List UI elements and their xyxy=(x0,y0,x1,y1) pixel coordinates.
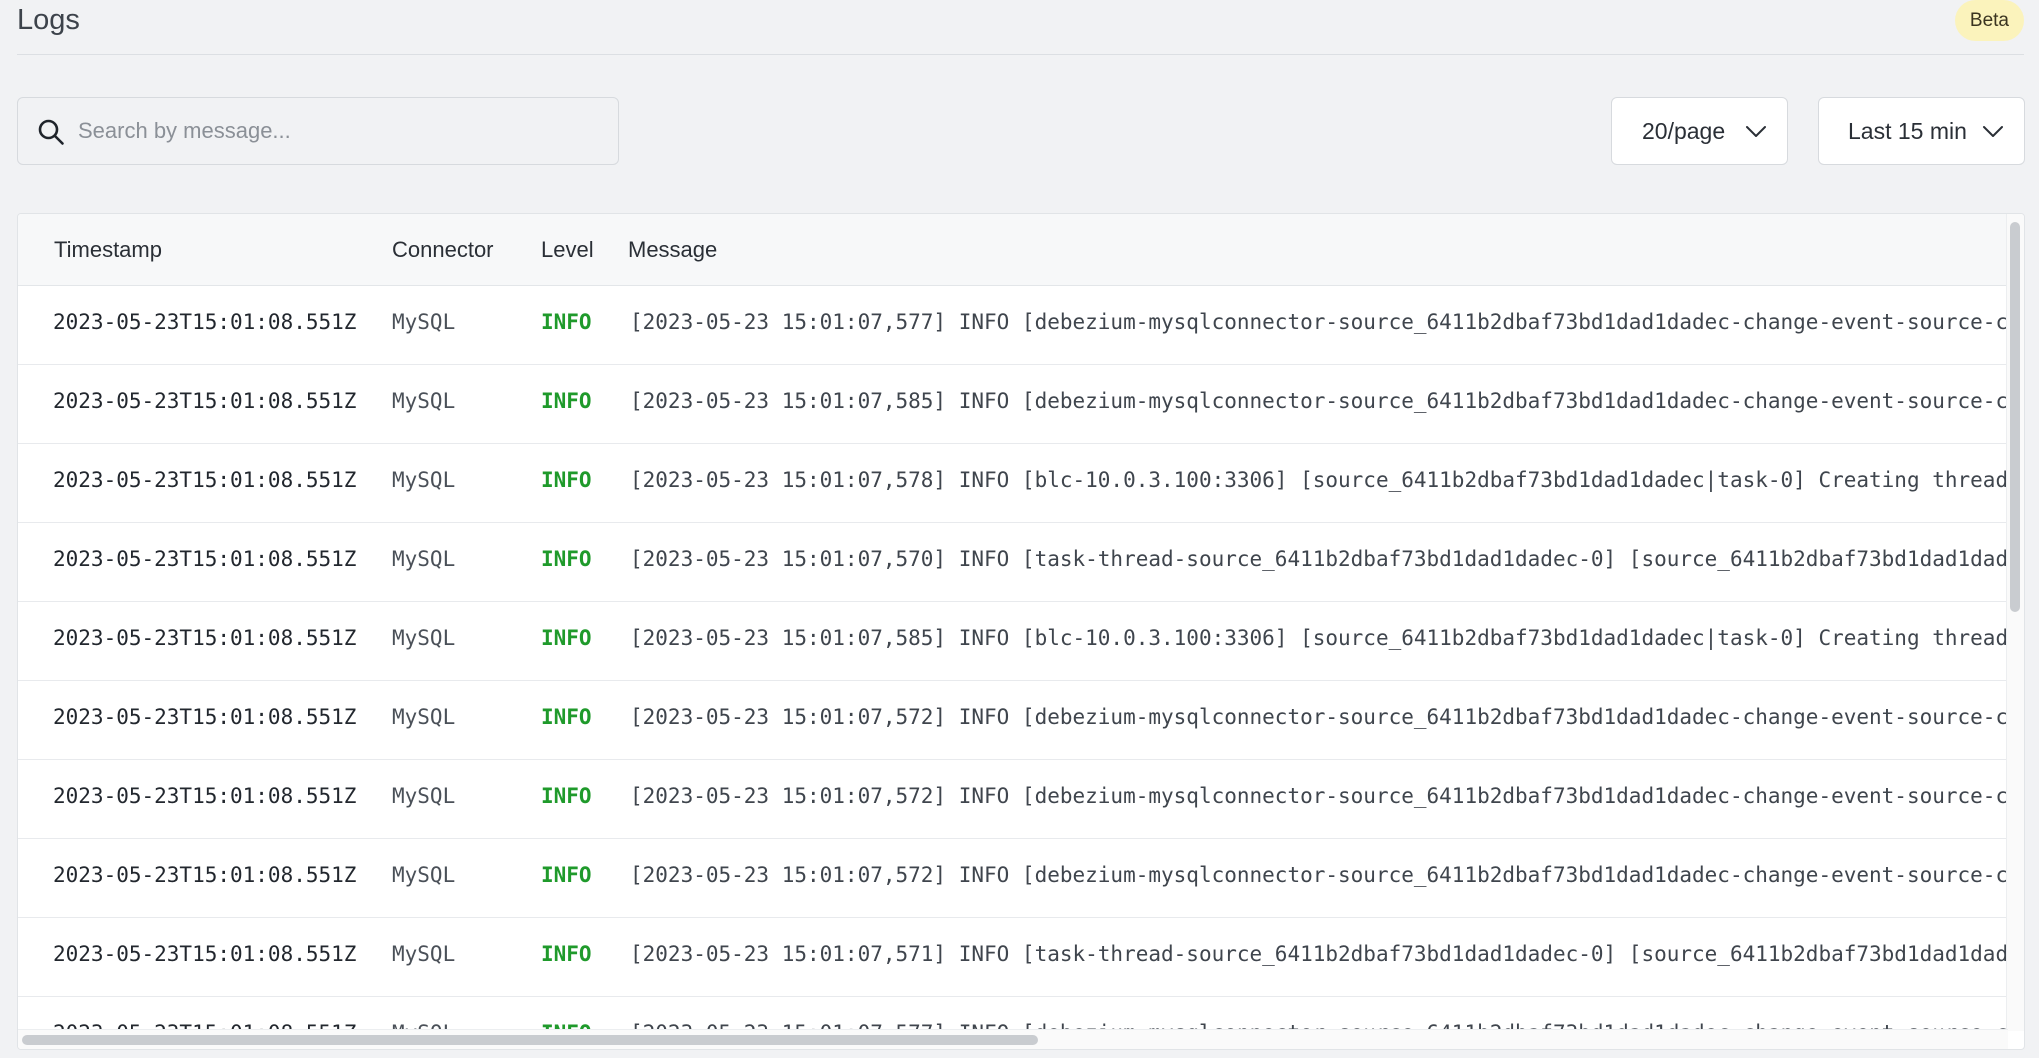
cell-message: [2023-05-23 15:01:07,585] INFO [blc-10.0… xyxy=(630,626,2008,650)
cell-level: INFO xyxy=(541,310,592,334)
cell-level: INFO xyxy=(541,784,592,808)
cell-message: [2023-05-23 15:01:07,572] INFO [debezium… xyxy=(630,705,2008,729)
horizontal-scrollbar-thumb[interactable] xyxy=(22,1035,1038,1045)
table-row[interactable]: 2023-05-23T15:01:08.551Z MySQL INFO [202… xyxy=(18,839,2008,918)
column-header-message[interactable]: Message xyxy=(628,237,717,263)
cell-connector: MySQL xyxy=(392,547,456,571)
cell-message: [2023-05-23 15:01:07,570] INFO [task-thr… xyxy=(630,547,2008,571)
cell-message: [2023-05-23 15:01:07,585] INFO [debezium… xyxy=(630,389,2008,413)
page-header: Logs Beta xyxy=(17,0,2024,55)
cell-message: [2023-05-23 15:01:07,571] INFO [task-thr… xyxy=(630,942,2008,966)
cell-level: INFO xyxy=(541,863,592,887)
table-row[interactable]: 2023-05-23T15:01:08.551Z MySQL INFO [202… xyxy=(18,602,2008,681)
cell-connector: MySQL xyxy=(392,389,456,413)
cell-level: INFO xyxy=(541,389,592,413)
per-page-value: 20/page xyxy=(1642,117,1726,144)
chevron-down-icon xyxy=(1746,126,1766,137)
cell-level: INFO xyxy=(541,626,592,650)
column-header-connector[interactable]: Connector xyxy=(392,237,494,263)
cell-message: [2023-05-23 15:01:07,577] INFO [debezium… xyxy=(630,310,2008,334)
table-row[interactable]: 2023-05-23T15:01:08.551Z MySQL INFO [202… xyxy=(18,760,2008,839)
cell-level: INFO xyxy=(541,547,592,571)
cell-timestamp: 2023-05-23T15:01:08.551Z xyxy=(53,547,357,571)
chevron-down-icon xyxy=(1983,126,2003,137)
cell-connector: MySQL xyxy=(392,626,456,650)
cell-timestamp: 2023-05-23T15:01:08.551Z xyxy=(53,863,357,887)
cell-timestamp: 2023-05-23T15:01:08.551Z xyxy=(53,705,357,729)
cell-timestamp: 2023-05-23T15:01:08.551Z xyxy=(53,784,357,808)
table-row[interactable]: 2023-05-23T15:01:08.551Z MySQL INFO [202… xyxy=(18,365,2008,444)
table-row[interactable]: 2023-05-23T15:01:08.551Z MySQL INFO [202… xyxy=(18,681,2008,760)
cell-message: [2023-05-23 15:01:07,572] INFO [debezium… xyxy=(630,784,2008,808)
time-range-value: Last 15 min xyxy=(1848,117,1967,144)
cell-level: INFO xyxy=(541,942,592,966)
cell-timestamp: 2023-05-23T15:01:08.551Z xyxy=(53,942,357,966)
cell-level: INFO xyxy=(541,468,592,492)
search-box[interactable] xyxy=(17,97,619,165)
beta-badge: Beta xyxy=(1954,0,2024,41)
cell-timestamp: 2023-05-23T15:01:08.551Z xyxy=(53,468,357,492)
column-header-timestamp[interactable]: Timestamp xyxy=(54,237,162,263)
time-range-select[interactable]: Last 15 min xyxy=(1818,97,2025,165)
search-input[interactable] xyxy=(78,98,598,164)
cell-connector: MySQL xyxy=(392,310,456,334)
cell-message: [2023-05-23 15:01:07,578] INFO [blc-10.0… xyxy=(630,468,2008,492)
table-row[interactable]: 2023-05-23T15:01:08.551Z MySQL INFO [202… xyxy=(18,918,2008,997)
cell-connector: MySQL xyxy=(392,784,456,808)
cell-timestamp: 2023-05-23T15:01:08.551Z xyxy=(53,389,357,413)
table-row[interactable]: 2023-05-23T15:01:08.551Z MySQL INFO [202… xyxy=(18,444,2008,523)
column-header-level[interactable]: Level xyxy=(541,237,594,263)
cell-message: [2023-05-23 15:01:07,572] INFO [debezium… xyxy=(630,863,2008,887)
cell-connector: MySQL xyxy=(392,705,456,729)
horizontal-scrollbar[interactable] xyxy=(18,1029,2008,1049)
logs-table: Timestamp Connector Level Message 2023-0… xyxy=(17,213,2025,1050)
table-body: 2023-05-23T15:01:08.551Z MySQL INFO [202… xyxy=(18,286,2008,1031)
cell-connector: MySQL xyxy=(392,468,456,492)
vertical-scrollbar[interactable] xyxy=(2006,214,2024,1031)
cell-level: INFO xyxy=(541,705,592,729)
page-title: Logs xyxy=(17,4,80,36)
cell-timestamp: 2023-05-23T15:01:08.551Z xyxy=(53,626,357,650)
table-header: Timestamp Connector Level Message xyxy=(18,214,2008,286)
table-row[interactable]: 2023-05-23T15:01:08.551Z MySQL INFO [202… xyxy=(18,997,2008,1031)
per-page-select[interactable]: 20/page xyxy=(1611,97,1788,165)
cell-connector: MySQL xyxy=(392,863,456,887)
table-row[interactable]: 2023-05-23T15:01:08.551Z MySQL INFO [202… xyxy=(18,286,2008,365)
vertical-scrollbar-thumb[interactable] xyxy=(2010,222,2020,612)
search-icon xyxy=(38,119,64,145)
table-row[interactable]: 2023-05-23T15:01:08.551Z MySQL INFO [202… xyxy=(18,523,2008,602)
cell-timestamp: 2023-05-23T15:01:08.551Z xyxy=(53,310,357,334)
cell-connector: MySQL xyxy=(392,942,456,966)
